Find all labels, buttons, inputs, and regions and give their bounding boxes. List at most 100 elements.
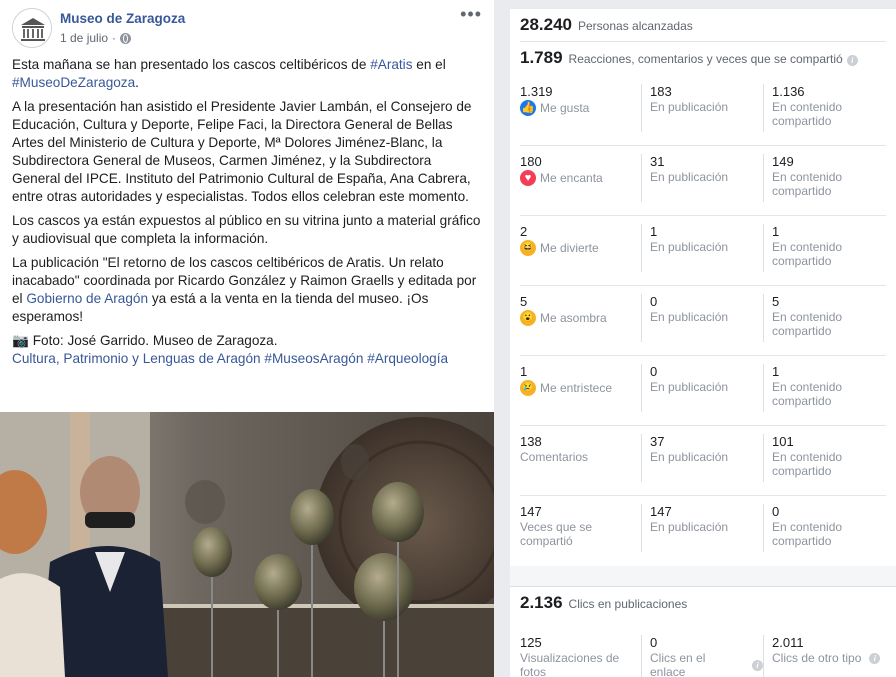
hashtag-link[interactable]: #Arqueología (367, 351, 448, 366)
metric-row: 180 ♥ Me encanta 31 En publicación 149 En… (520, 146, 886, 216)
other-clicks-cell: 2.011 Clics de otro tipo i (772, 635, 890, 677)
more-options-icon[interactable]: ••• (460, 5, 482, 23)
post-paragraph: A la presentación han asistido el Presid… (12, 99, 472, 204)
metric-total: 180 (520, 154, 542, 169)
metric-shared-cell: 149 En contenido compartido (772, 154, 890, 202)
post-insights-panel: 28.240 Personas alcanzadas 1.789 Reaccio… (510, 9, 896, 677)
hashtag-link[interactable]: #MuseoDeZaragoza (12, 75, 135, 90)
post-paragraph: 📷 Foto: José Garrido. Museo de Zaragoza. (12, 332, 482, 350)
metric-in-post: 147 (650, 504, 672, 519)
hashtag-link[interactable]: #MuseosAragón (264, 351, 363, 366)
wow-icon: 😮 (520, 310, 536, 326)
page-avatar[interactable] (12, 8, 52, 48)
metric-label-text: Comentarios (520, 450, 589, 464)
post-paragraph: Esta mañana se han presentado los cascos… (12, 56, 482, 92)
helmets-exhibition-photo (0, 412, 494, 677)
post-paragraph: Los cascos ya están expuestos al público… (12, 213, 481, 246)
info-icon[interactable]: i (846, 55, 858, 66)
metric-in-post-cell: 183 En publicación (650, 84, 764, 132)
love-icon: ♥ (520, 170, 536, 186)
metric-in-post-cell: 1 En publicación (650, 224, 764, 272)
clicks-section: 2.136 Clics en publicaciones 125 Visuali… (510, 586, 896, 677)
metric-shared-label: En contenido compartido (772, 310, 843, 338)
metric-label-text: Veces que se compartió (520, 520, 593, 548)
metric-total-cell: 2 😆 Me divierte (520, 224, 642, 272)
metric-in-post-cell: 0 En publicación (650, 294, 764, 342)
like-icon: 👍 (520, 100, 536, 116)
metric-row: 2 😆 Me divierte 1 En publicación 1 En con… (520, 216, 886, 286)
metric-in-post: 0 (650, 364, 658, 379)
metric-shared-cell: 1 En contenido compartido (772, 364, 890, 412)
photo-views-cell: 125 Visualizaciones de fotos (520, 635, 642, 677)
post-paragraph: Cultura, Patrimonio y Lenguas de Aragón … (12, 350, 482, 368)
other-clicks-label-text: Clics de otro tipo (772, 651, 862, 665)
metric-shared-cell: 1 En contenido compartido (772, 224, 890, 272)
paragraph-text: . (135, 75, 139, 90)
metric-row: 147 Veces que se compartió 147 En public… (520, 496, 886, 566)
metric-in-post-cell: 37 En publicación (650, 434, 764, 482)
post-photo[interactable] (0, 412, 494, 677)
photo-views-number: 125 (520, 635, 542, 650)
page-mention-link[interactable]: Cultura, Patrimonio y Lenguas de Aragón (12, 351, 261, 366)
info-icon[interactable]: i (752, 659, 763, 671)
metric-shared-cell: 101 En contenido compartido (772, 434, 890, 482)
post-text: Esta mañana se han presentado los cascos… (12, 56, 482, 374)
metric-shared: 1 (772, 224, 780, 239)
metric-in-post: 1 (650, 224, 658, 239)
paragraph-text: en el (412, 57, 446, 72)
metric-shared-cell: 5 En contenido compartido (772, 294, 890, 342)
meta-separator: · (112, 31, 117, 45)
metric-in-post-cell: 0 En publicación (650, 364, 764, 412)
facebook-post: Museo de Zaragoza 1 de julio · ••• Esta … (0, 0, 494, 677)
link-clicks-cell: 0 Clics en el enlace i (650, 635, 764, 677)
page-mention-link[interactable]: Gobierno de Aragón (26, 291, 148, 306)
info-icon[interactable]: i (869, 652, 881, 664)
metric-total-cell: 1.319 👍 Me gusta (520, 84, 642, 132)
metric-label: 😢 Me entristece (520, 380, 641, 396)
metric-label: 😮 Me asombra (520, 310, 641, 326)
other-clicks-number: 2.011 (772, 635, 804, 650)
post-date[interactable]: 1 de julio (60, 31, 108, 45)
reach-number: 28.240 (520, 15, 572, 34)
link-clicks-label: Clics en el enlace i (650, 651, 763, 677)
metric-in-post-label: En publicación (650, 240, 729, 254)
photo-views-label: Visualizaciones de fotos (520, 651, 620, 677)
globe-icon[interactable] (120, 32, 132, 44)
metric-total-cell: 5 😮 Me asombra (520, 294, 642, 342)
metric-shared-label: En contenido compartido (772, 240, 843, 268)
hashtag-link[interactable]: #Aratis (370, 57, 412, 72)
metric-total-cell: 147 Veces que se compartió (520, 504, 642, 552)
metric-total: 147 (520, 504, 542, 519)
paragraph-text: Foto: José Garrido. Museo de Zaragoza. (28, 333, 278, 348)
metric-label-text: Me divierte (540, 241, 599, 255)
link-clicks-label-text: Clics en el enlace (650, 651, 706, 677)
metric-in-post-cell: 147 En publicación (650, 504, 764, 552)
metric-label-text: Me entristece (540, 381, 613, 395)
other-clicks-label: Clics de otro tipo i (772, 651, 890, 665)
metric-shared-label: En contenido compartido (772, 450, 843, 478)
metric-label: Comentarios (520, 450, 641, 464)
metric-total: 138 (520, 434, 542, 449)
metric-label-text: Me encanta (540, 171, 603, 185)
metric-row: 5 😮 Me asombra 0 En publicación 5 En cont… (520, 286, 886, 356)
metric-in-post-label: En publicación (650, 520, 729, 534)
metric-shared-cell: 1.136 En contenido compartido (772, 84, 890, 132)
metric-shared-label: En contenido compartido (772, 380, 843, 408)
engagement-breakdown: 1.319 👍 Me gusta 183 En publicación 1.136… (510, 76, 896, 587)
metric-in-post-label: En publicación (650, 380, 729, 394)
metric-shared-cell: 0 En contenido compartido (772, 504, 890, 552)
reach-label: Personas alcanzadas (578, 19, 693, 33)
haha-icon: 😆 (520, 240, 536, 256)
metric-in-post: 183 (650, 84, 672, 99)
metric-label: Veces que se compartió (520, 520, 641, 548)
metric-in-post-label: En publicación (650, 170, 729, 184)
metric-row: 138 Comentarios 37 En publicación 101 En… (520, 426, 886, 496)
metric-shared: 149 (772, 154, 794, 169)
page-name-link[interactable]: Museo de Zaragoza (60, 11, 185, 26)
metric-shared-label: En contenido compartido (772, 100, 843, 128)
reach-summary: 28.240 Personas alcanzadas (510, 9, 896, 41)
metric-shared-label: En contenido compartido (772, 170, 843, 198)
paragraph-text: Esta mañana se han presentado los cascos… (12, 57, 371, 72)
metric-in-post-label: En publicación (650, 450, 729, 464)
sad-icon: 😢 (520, 380, 536, 396)
